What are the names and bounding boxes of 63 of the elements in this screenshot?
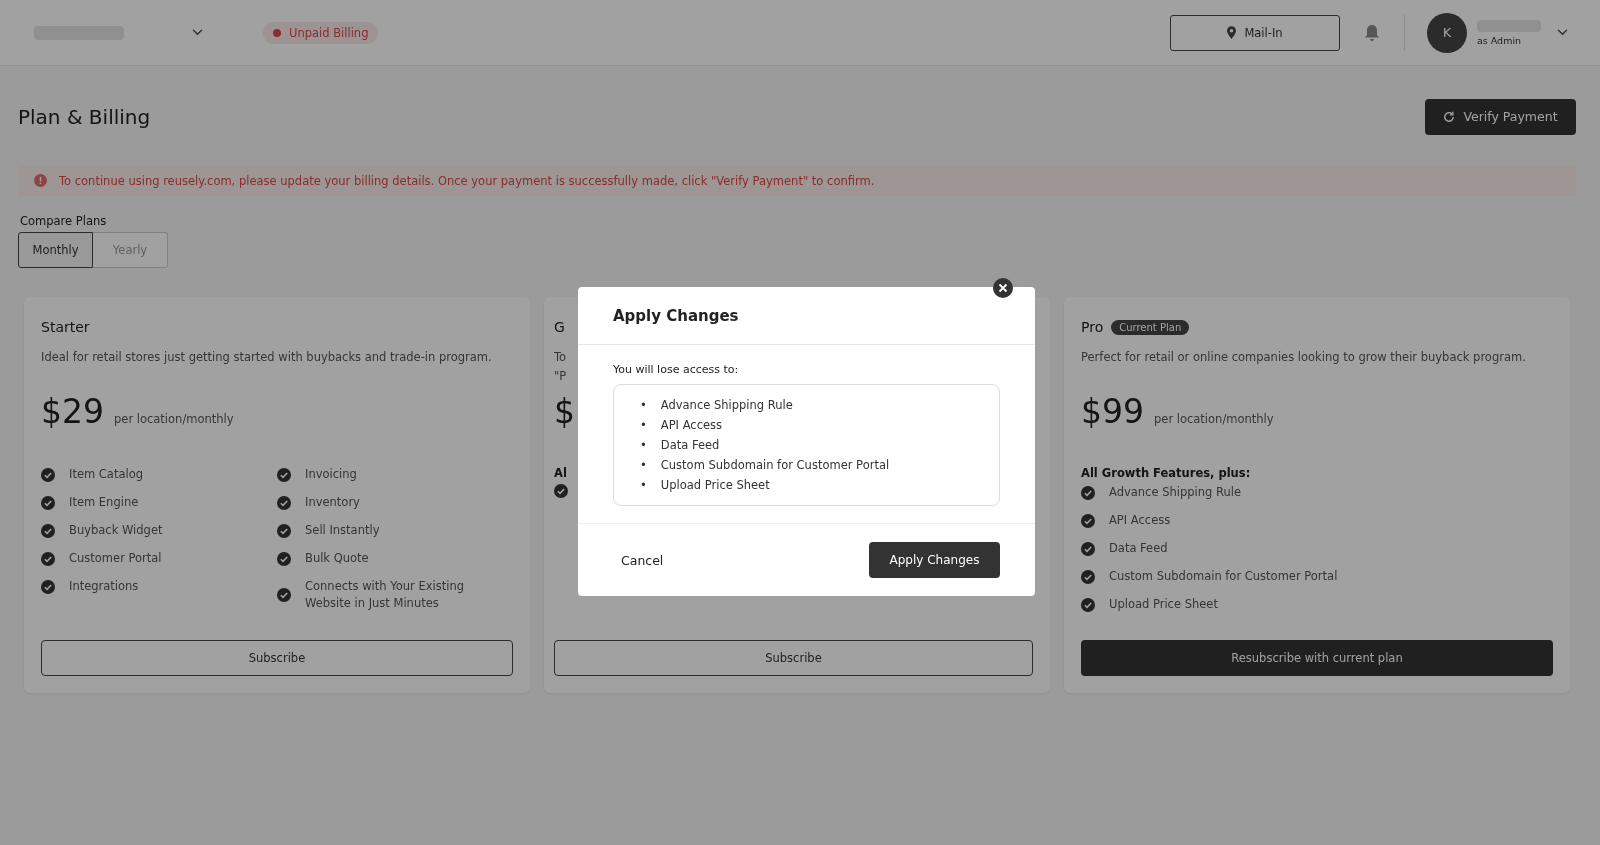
lost-feature-item: Data Feed	[660, 437, 720, 454]
price-unit: per location/monthly	[1154, 412, 1274, 426]
alert-icon	[34, 174, 47, 187]
feature-label: Inventory	[305, 494, 360, 511]
alert-text: To continue using reusely.com, please update your billing details. Once your payment is successfully made, click "Verify Payment" to confirm.	[59, 173, 875, 188]
map-pin-icon	[1227, 26, 1237, 39]
plan-price: $99	[1081, 392, 1144, 431]
chevron-down-icon[interactable]	[1557, 29, 1568, 36]
bullet-mark: •	[640, 417, 647, 434]
feature-label: Item Catalog	[69, 466, 143, 483]
feature-label: Integrations	[69, 578, 139, 595]
close-icon[interactable]	[993, 278, 1013, 298]
bullet-mark: •	[640, 457, 647, 474]
feature-label: API Access	[1109, 512, 1171, 529]
cancel-button[interactable]: Cancel	[613, 544, 672, 576]
feature-label: Bulk Quote	[305, 550, 369, 567]
dialog-title: Apply Changes	[613, 306, 739, 325]
feature-label: Invoicing	[305, 466, 357, 483]
bell-icon[interactable]	[1364, 23, 1380, 42]
feature-label: Buyback Widget	[69, 522, 163, 539]
bullet-mark: •	[640, 437, 647, 454]
feature-label: Item Engine	[69, 494, 139, 511]
status-badge: Unpaid Billing	[263, 21, 379, 44]
plan-name: G	[554, 319, 565, 335]
plan-description: Perfect for retail or online companies looking to grow their buyback program.	[1081, 349, 1526, 366]
current-plan-badge: Current Plan	[1111, 319, 1190, 335]
plan-price: $29	[41, 392, 104, 431]
price-unit: per location/monthly	[114, 412, 234, 426]
billing-period-tab[interactable]: Monthly	[18, 232, 93, 268]
plan-description: Ideal for retail stores just getting started with buybacks and trade-in program.	[41, 349, 492, 366]
bullet-mark: •	[640, 477, 647, 494]
verify-payment-button[interactable]: Verify Payment	[1425, 98, 1576, 135]
bullet-mark: •	[640, 397, 647, 414]
feature-label: Upload Price Sheet	[1109, 596, 1218, 613]
lost-feature-item: Custom Subdomain for Customer Portal	[660, 457, 890, 474]
compare-plans-label: Compare Plans	[20, 214, 108, 228]
feature-label: Sell Instantly	[305, 522, 380, 539]
features-heading: Al	[554, 466, 567, 480]
features-heading: All Growth Features, plus:	[1081, 466, 1251, 480]
lost-feature-item: Upload Price Sheet	[660, 477, 770, 494]
lost-feature-item: API Access	[660, 417, 722, 434]
dialog-intro-text: You will lose access to:	[613, 363, 740, 376]
feature-label: Custom Subdomain for Customer Portal	[1109, 568, 1338, 585]
refresh-icon	[1443, 110, 1456, 123]
subscribe-button[interactable]: Subscribe	[554, 640, 1033, 676]
user-avatar[interactable]: K	[1427, 12, 1467, 53]
feature-label: Advance Shipping Rule	[1109, 484, 1241, 501]
location-button[interactable]: Mail-In	[1170, 14, 1340, 51]
plan-name: Starter	[41, 319, 90, 335]
plan-price: $	[554, 392, 575, 431]
resubscribe-button[interactable]: Resubscribe with current plan	[1081, 640, 1553, 676]
apply-changes-button[interactable]: Apply Changes	[869, 542, 1000, 578]
plan-description: To	[554, 349, 567, 366]
lost-feature-item: Advance Shipping Rule	[660, 397, 793, 414]
plan-description: "P	[554, 368, 567, 385]
chevron-down-icon[interactable]	[192, 29, 203, 36]
feature-label: Connects with Your Existing Website in Just Minutes	[305, 578, 465, 612]
page-title: Plan & Billing	[18, 104, 151, 129]
feature-label: Customer Portal	[69, 550, 162, 567]
user-role: as Admin	[1477, 34, 1523, 46]
plan-name: Pro	[1081, 319, 1104, 335]
feature-label: Data Feed	[1109, 540, 1168, 557]
subscribe-button[interactable]: Subscribe	[41, 640, 513, 676]
